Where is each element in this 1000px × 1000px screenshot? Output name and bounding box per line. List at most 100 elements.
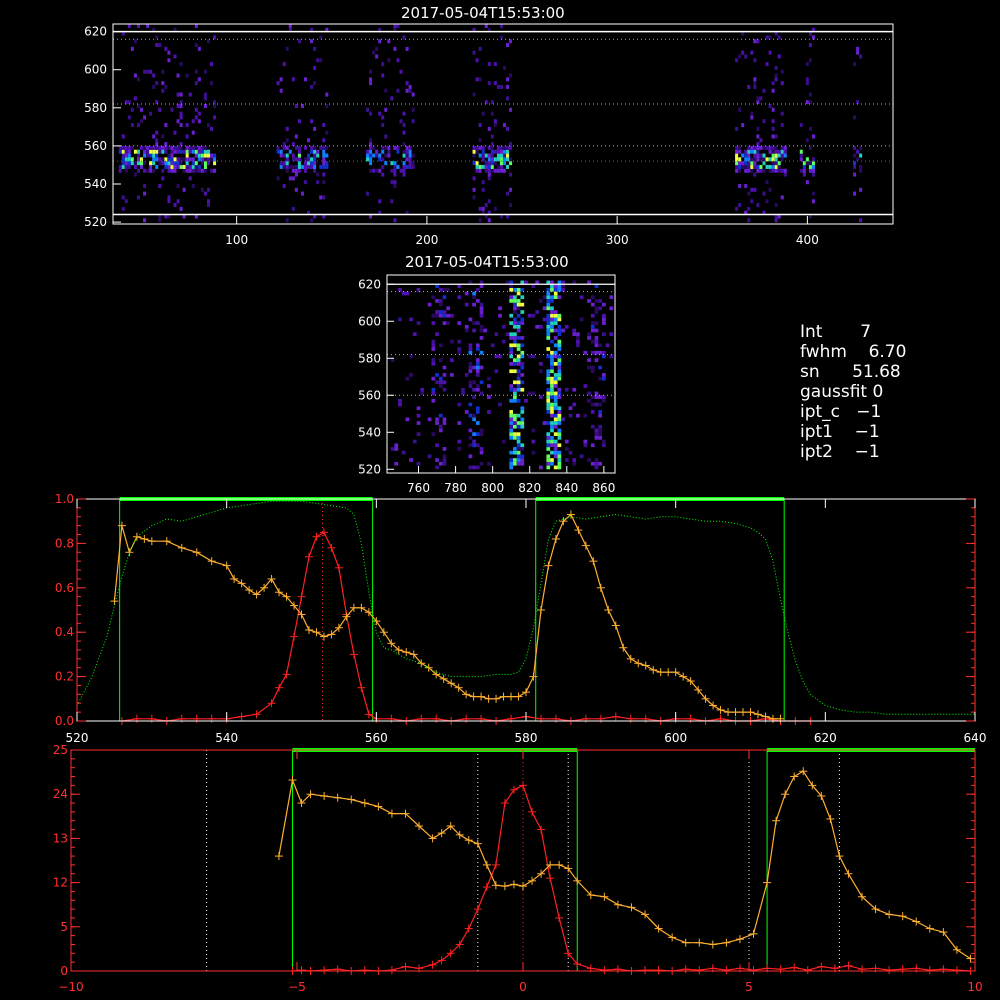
spectrogram-pixel xyxy=(753,58,757,63)
spectrogram-pixel xyxy=(475,465,480,470)
spectrogram-pixel xyxy=(811,164,815,169)
spectrogram-pixel xyxy=(136,123,140,128)
spectrogram-pixel xyxy=(402,111,406,116)
spectrogram-pixel xyxy=(307,153,311,158)
spectrogram-pixel xyxy=(783,168,787,173)
spectrogram-pixel xyxy=(487,218,491,223)
middle-y-tick-label: 540 xyxy=(358,425,381,439)
spectrogram-pixel xyxy=(509,73,513,78)
spectrogram-pixel xyxy=(152,84,156,89)
spectrogram-pixel xyxy=(579,454,584,459)
spectrogram-pixel xyxy=(750,187,754,192)
spectrogram-pixel xyxy=(405,149,409,154)
spectrogram-pixel xyxy=(276,81,280,86)
spectrogram-pixel xyxy=(197,46,201,51)
spectrogram-pixel xyxy=(313,126,317,131)
spectrogram-pixel xyxy=(479,450,484,455)
spectrogram-pixel xyxy=(288,24,292,28)
spectrogram-pixel xyxy=(398,317,402,322)
spectrogram-pixel xyxy=(520,410,525,414)
spectrogram-pixel xyxy=(427,454,432,459)
spectrogram-pixel xyxy=(170,153,174,158)
spectrogram-pixel xyxy=(124,153,128,158)
spectrogram-pixel xyxy=(738,184,742,188)
spectrogram-pixel xyxy=(811,199,815,204)
spectrogram-pixel xyxy=(127,161,131,166)
spectrogram-pixel xyxy=(509,39,513,44)
spectrogram-pixel xyxy=(493,62,497,67)
spectrogram-pixel xyxy=(777,164,781,169)
spectrogram-pixel xyxy=(472,92,476,97)
spectrogram-pixel xyxy=(479,306,484,311)
spectrogram-pixel xyxy=(276,149,280,154)
top-x-tick-label: 100 xyxy=(225,233,248,247)
spectrogram-pixel xyxy=(475,410,480,414)
spectrogram-pixel xyxy=(774,65,778,70)
spectrogram-pixel xyxy=(152,134,156,139)
spectrogram-pixel xyxy=(411,107,415,112)
spectrogram-pixel xyxy=(179,145,183,150)
spectrogram-pixel xyxy=(164,149,168,154)
spectrogram-pixel xyxy=(288,164,292,169)
spectrogram-pixel xyxy=(464,324,469,329)
middle-x-tick-label: 860 xyxy=(592,481,615,495)
spectrogram-pixel xyxy=(468,465,473,470)
spectrogram-pixel xyxy=(735,126,739,131)
spectrogram-pixel xyxy=(304,145,308,150)
spectrogram-pixel xyxy=(408,164,412,169)
spectrogram-pixel xyxy=(762,119,766,124)
spectrogram-pixel xyxy=(316,180,320,185)
spectrogram-pixel xyxy=(294,134,298,139)
spectrogram-pixel xyxy=(121,157,125,162)
spectrogram-pixel xyxy=(859,164,863,169)
spectrogram-pixel xyxy=(531,313,536,318)
spectrogram-pixel xyxy=(759,168,763,173)
spectrogram-pixel xyxy=(381,115,385,120)
spectrogram-pixel xyxy=(416,321,421,325)
spectrogram-pixel xyxy=(457,421,462,425)
spectrogram-pixel xyxy=(176,92,180,97)
spectrogram-pixel xyxy=(550,376,554,381)
spectrogram-pixel xyxy=(479,380,484,385)
spectrogram-pixel xyxy=(487,81,491,86)
spectrogram-pixel xyxy=(185,149,189,154)
spectrogram-pixel xyxy=(384,145,388,150)
spectrogram-pixel xyxy=(587,391,591,396)
spectrogram-pixel xyxy=(173,168,177,173)
spectrogram-pixel xyxy=(401,450,406,455)
spectrogram-pixel xyxy=(753,145,757,150)
spectrogram-pixel xyxy=(811,191,815,196)
spectrogram-pixel xyxy=(583,384,588,388)
spectrogram-pixel xyxy=(366,107,370,112)
spectrogram-pixel xyxy=(194,145,198,150)
spectrogram-pixel xyxy=(472,295,476,300)
spectrogram-pixel xyxy=(602,350,606,355)
spectrogram-pixel xyxy=(780,168,784,173)
spectrogram-pixel xyxy=(179,149,183,154)
spectrogram-pixel xyxy=(291,176,295,181)
spectrogram-pixel xyxy=(164,145,168,150)
spectrogram-pixel xyxy=(300,164,304,169)
spectrogram-pixel xyxy=(481,164,485,169)
spectrogram-pixel xyxy=(546,369,551,374)
spectrogram-pixel xyxy=(516,387,521,392)
spectrogram-pixel xyxy=(590,410,595,414)
spectrogram-pixel xyxy=(557,369,562,374)
spectrogram-pixel xyxy=(594,458,599,462)
spectrogram-pixel xyxy=(173,149,177,154)
spectrogram-pixel xyxy=(161,69,165,74)
spectrogram-pixel xyxy=(859,145,863,150)
spectrogram-pixel xyxy=(369,153,373,158)
spectrogram-pixel xyxy=(594,336,599,340)
spectrogram-pixel xyxy=(598,428,603,433)
spectrogram-pixel xyxy=(553,402,558,407)
spectrogram-pixel xyxy=(506,157,510,162)
spectrogram-pixel xyxy=(191,161,195,166)
spectrogram-pixel xyxy=(594,402,599,407)
spectrogram-pixel xyxy=(494,354,499,359)
spectrogram-pixel xyxy=(285,138,289,143)
velocity-y-tick-label: 5 xyxy=(60,920,68,934)
spectrogram-pixel xyxy=(546,324,551,329)
spectrogram-pixel xyxy=(771,168,775,173)
spectrogram-pixel xyxy=(513,424,517,429)
